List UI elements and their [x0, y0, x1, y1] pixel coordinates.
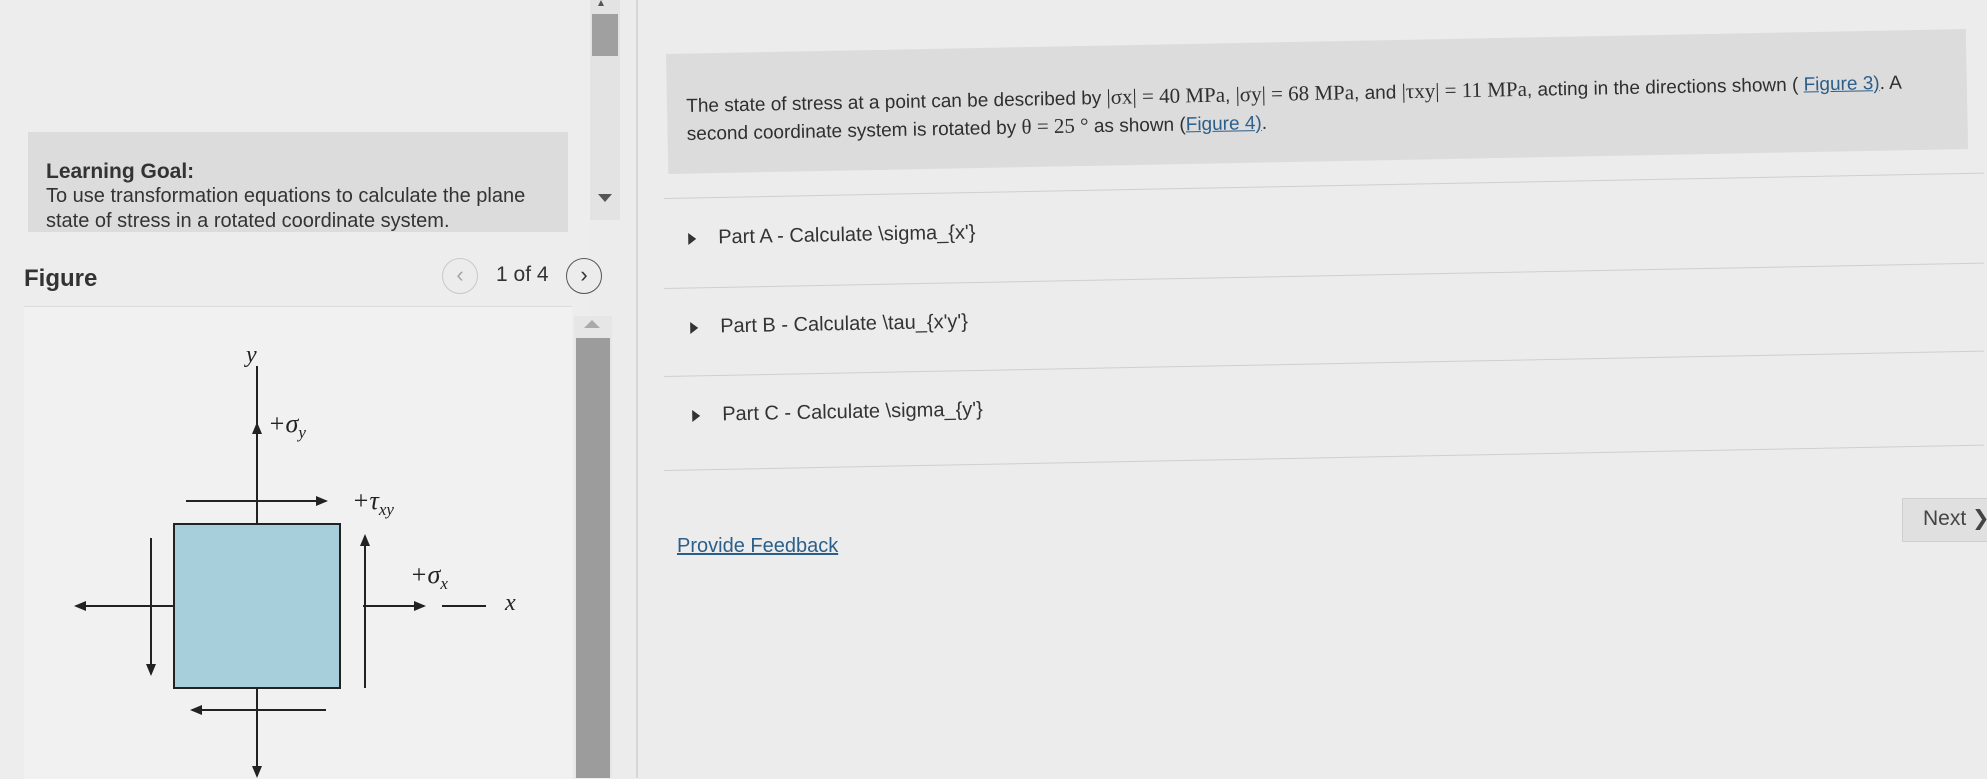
figure-scrollbar-thumb[interactable]	[576, 338, 610, 778]
figure-4-link[interactable]: Figure 4)	[1186, 113, 1262, 135]
divider-line	[664, 172, 1984, 199]
provide-feedback-link[interactable]: Provide Feedback	[677, 535, 838, 558]
part-a-toggle[interactable]: Part A - Calculate \sigma_{x'}	[688, 221, 976, 250]
stress-element-diagram: y x +σy +τxy +σx	[74, 342, 516, 778]
part-a-label: Part A - Calculate \sigma_{x'}	[717, 221, 976, 249]
chevron-right-icon: ›	[580, 262, 588, 287]
sigma-y-label: +σy	[268, 409, 306, 442]
tau-xy-value: |τxy| = 11 MPa	[1401, 76, 1528, 104]
next-figure-button[interactable]: ›	[566, 258, 602, 294]
caret-right-icon	[688, 232, 697, 245]
caret-right-icon	[690, 321, 699, 334]
goal-scrollbar-thumb[interactable]	[592, 14, 618, 56]
part-c-label: Part C - Calculate \sigma_{y'}	[721, 398, 983, 426]
part-b-toggle[interactable]: Part B - Calculate \tau_{x'y'}	[690, 311, 968, 339]
divider-line	[664, 262, 1984, 289]
column-divider	[636, 0, 638, 778]
next-button[interactable]: Next ❯	[1902, 498, 1987, 542]
x-axis-label: x	[504, 590, 516, 616]
previous-figure-button[interactable]: ‹	[442, 258, 478, 294]
chevron-left-icon: ‹	[456, 262, 464, 287]
sigma-x-label: +σx	[410, 560, 448, 593]
figure-page-indicator: 1 of 4	[496, 263, 549, 286]
scroll-down-icon[interactable]	[598, 194, 612, 202]
divider-line	[664, 444, 1984, 471]
caret-right-icon	[692, 409, 701, 422]
sigma-x-value: |σx| = 40 MPa	[1106, 82, 1226, 109]
sigma-y-value: |σy| = 68 MPa	[1235, 80, 1355, 107]
theta-value: θ = 25 °	[1021, 113, 1089, 139]
part-b-label: Part B - Calculate \tau_{x'y'}	[719, 310, 969, 338]
figure-3-link[interactable]: Figure 3)	[1803, 73, 1879, 95]
divider-line	[664, 350, 1984, 377]
scroll-up-icon[interactable]	[584, 320, 600, 328]
part-c-toggle[interactable]: Part C - Calculate \sigma_{y'}	[692, 398, 983, 427]
stress-element-square	[173, 523, 341, 689]
y-axis-label: y	[244, 342, 257, 368]
scroll-up-icon[interactable]	[598, 0, 604, 6]
learning-goal-text: To use transformation equations to calcu…	[46, 185, 526, 232]
learning-goal-title: Learning Goal:	[46, 160, 195, 183]
tau-xy-label: +τxy	[352, 486, 394, 519]
figure-title: Figure	[24, 265, 98, 292]
